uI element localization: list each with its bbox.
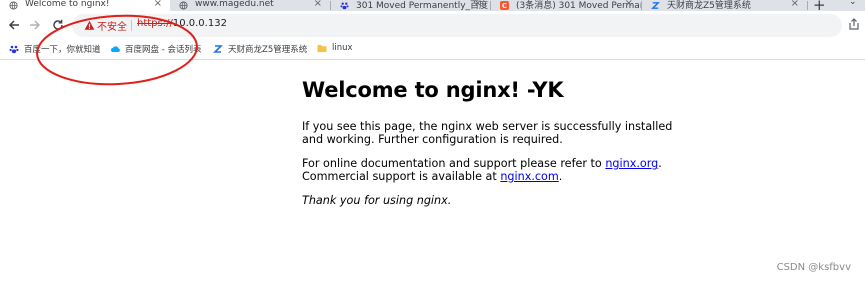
warning-triangle-icon[interactable] <box>84 20 95 31</box>
tab-csdn-301[interactable]: C (3条消息) 301 Moved Permane × <box>491 0 641 11</box>
csdn-watermark: CSDN @ksfbvv <box>776 262 851 273</box>
tab-label: Welcome to nginx! <box>25 0 110 9</box>
tab-label: 301 Moved Permanently_百度 <box>356 0 489 11</box>
folder-icon <box>317 43 327 53</box>
reload-button[interactable] <box>49 16 67 34</box>
bookmark-z5-system[interactable]: 天财商龙Z5管理系统 <box>213 43 307 55</box>
share-icon[interactable] <box>848 18 860 30</box>
browser-toolbar: 不安全 https://10.0.0.132 <box>0 11 865 40</box>
baidu-netdisk-icon <box>110 44 120 54</box>
bookmark-baidu[interactable]: 百度一下，你就知道 <box>9 43 101 55</box>
back-button[interactable] <box>5 16 23 34</box>
tab-close-icon[interactable]: × <box>314 0 322 9</box>
tab-close-icon[interactable]: × <box>474 0 482 9</box>
nginx-org-link[interactable]: nginx.org <box>605 157 658 170</box>
baidu-paw-icon <box>9 44 19 54</box>
bookmark-label: 百度一下，你就知道 <box>24 45 101 55</box>
tab-baidu-301[interactable]: 301 Moved Permanently_百度 × <box>331 0 490 11</box>
tab-divider <box>807 1 808 10</box>
new-tab-button[interactable]: + <box>813 0 826 11</box>
arrow-right-icon <box>30 20 41 30</box>
url-host: 10.0.0.132 <box>172 18 227 29</box>
bookmark-baidu-netdisk[interactable]: 百度网盘 - 会话列表 <box>110 43 201 55</box>
address-bar[interactable]: 不安全 https://10.0.0.132 <box>72 14 842 37</box>
tab-label: www.magedu.net <box>195 0 274 9</box>
thanks-paragraph: Thank you for using nginx. <box>302 194 452 207</box>
reload-icon <box>53 19 63 30</box>
bookmark-label: 天财商龙Z5管理系统 <box>228 45 308 55</box>
intro-paragraph: If you see this page, the nginx web serv… <box>302 120 673 146</box>
doc-text: For online documentation and support ple… <box>302 157 606 170</box>
tab-magedu[interactable]: www.magedu.net × <box>170 0 330 11</box>
documentation-paragraph: For online documentation and support ple… <box>302 157 682 183</box>
tab-z5-system[interactable]: 天财商龙Z5管理系统 × <box>642 0 807 11</box>
page-heading: Welcome to nginx! -YK <box>302 78 564 102</box>
globe-icon <box>179 1 188 10</box>
tab-label: (3条消息) 301 Moved Permane <box>516 0 641 11</box>
bookmark-label: linux <box>332 43 353 53</box>
tab-label: 天财商龙Z5管理系统 <box>667 0 751 11</box>
tab-close-icon[interactable]: × <box>791 0 799 9</box>
url-text[interactable]: https://10.0.0.132 <box>137 18 227 29</box>
tab-close-icon[interactable]: × <box>154 0 162 9</box>
bookmark-folder-linux[interactable]: linux <box>317 43 353 53</box>
csdn-c-icon: C <box>500 1 509 10</box>
doc-text: . <box>558 170 563 183</box>
bookmark-label: 百度网盘 - 会话列表 <box>125 45 202 55</box>
bookmarks-bar: 百度一下，你就知道 百度网盘 - 会话列表 天财商龙Z5管理系统 linux <box>0 40 865 60</box>
arrow-left-icon <box>8 20 19 30</box>
not-secure-label[interactable]: 不安全 <box>97 18 127 33</box>
baidu-paw-icon <box>340 1 349 10</box>
tab-strip: Welcome to nginx! × www.magedu.net × 301… <box>0 0 865 11</box>
z5-icon <box>651 1 660 10</box>
omnibox-divider <box>131 20 132 31</box>
tab-search-button[interactable]: ⌄ <box>849 0 857 7</box>
globe-icon <box>9 1 18 10</box>
forward-button[interactable] <box>26 16 44 34</box>
nginx-welcome-page: Welcome to nginx! -YK If you see this pa… <box>302 78 722 207</box>
tab-welcome-nginx[interactable]: Welcome to nginx! × <box>0 0 170 11</box>
url-scheme: https:// <box>137 18 173 29</box>
tab-close-icon[interactable]: × <box>625 0 633 9</box>
nginx-com-link[interactable]: nginx.com <box>500 170 558 183</box>
z5-icon <box>213 44 223 54</box>
